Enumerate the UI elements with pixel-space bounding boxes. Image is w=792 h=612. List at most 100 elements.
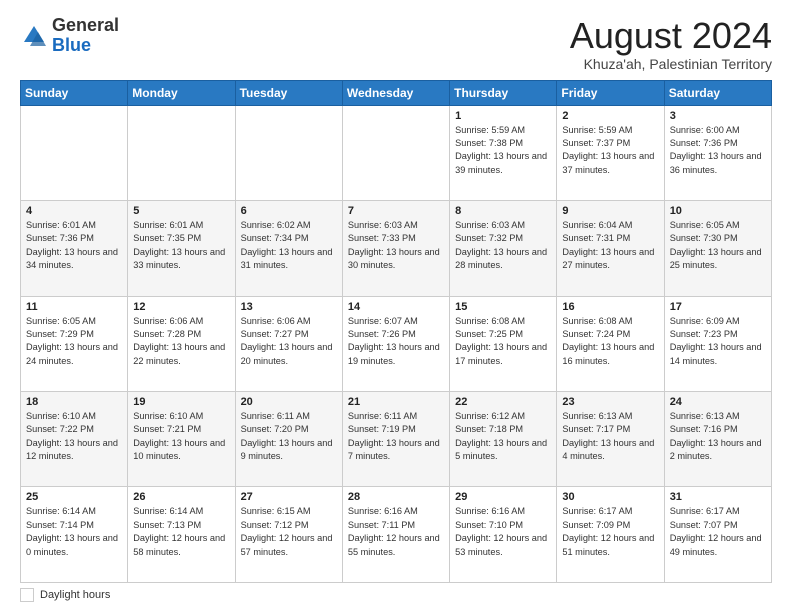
calendar-cell: 31 Sunrise: 6:17 AMSunset: 7:07 PMDayligh… xyxy=(664,487,771,583)
day-number: 2 xyxy=(562,110,658,122)
day-info: Sunrise: 6:10 AMSunset: 7:22 PMDaylight:… xyxy=(26,410,122,463)
header: General Blue August 2024 Khuza'ah, Pales… xyxy=(20,16,772,72)
calendar-header-sunday: Sunday xyxy=(21,80,128,105)
calendar-cell: 20Sunrise: 6:11 AMSunset: 7:20 PMDayligh… xyxy=(235,392,342,487)
day-info: Sunrise: 6:17 AMSunset: 7:07 PMDaylight:… xyxy=(670,505,766,558)
day-info: Sunrise: 6:10 AMSunset: 7:21 PMDaylight:… xyxy=(133,410,229,463)
calendar-cell: 23 Sunrise: 6:13 AMSunset: 7:17 PMDayligh… xyxy=(557,392,664,487)
daylight-box xyxy=(20,588,34,602)
footer: Daylight hours xyxy=(20,588,772,602)
calendar-cell: 21 Sunrise: 6:11 AMSunset: 7:19 PMDayligh… xyxy=(342,392,449,487)
calendar-cell: 2 Sunrise: 5:59 AMSunset: 7:37 PMDaylight… xyxy=(557,105,664,200)
day-number: 20 xyxy=(241,396,337,408)
day-number: 27 xyxy=(241,491,337,503)
day-number: 1 xyxy=(455,110,551,122)
calendar-header-friday: Friday xyxy=(557,80,664,105)
calendar-week-4: 18 Sunrise: 6:10 AMSunset: 7:22 PMDayligh… xyxy=(21,392,772,487)
day-info: Sunrise: 6:15 AMSunset: 7:12 PMDaylight:… xyxy=(241,505,337,558)
day-number: 25 xyxy=(26,491,122,503)
day-info: Sunrise: 6:00 AMSunset: 7:36 PMDaylight:… xyxy=(670,124,766,177)
title-block: August 2024 Khuza'ah, Palestinian Territ… xyxy=(570,16,772,72)
day-info: Sunrise: 6:01 AMSunset: 7:35 PMDaylight:… xyxy=(133,219,229,272)
day-number: 21 xyxy=(348,396,444,408)
calendar-week-3: 11 Sunrise: 6:05 AMSunset: 7:29 PMDayligh… xyxy=(21,296,772,391)
calendar-cell: 15 Sunrise: 6:08 AMSunset: 7:25 PMDayligh… xyxy=(450,296,557,391)
day-number: 5 xyxy=(133,205,229,217)
calendar-header-wednesday: Wednesday xyxy=(342,80,449,105)
calendar-cell: 26Sunrise: 6:14 AMSunset: 7:13 PMDayligh… xyxy=(128,487,235,583)
day-number: 14 xyxy=(348,301,444,313)
day-number: 3 xyxy=(670,110,766,122)
calendar-cell: 13Sunrise: 6:06 AMSunset: 7:27 PMDayligh… xyxy=(235,296,342,391)
day-number: 23 xyxy=(562,396,658,408)
day-number: 22 xyxy=(455,396,551,408)
day-info: Sunrise: 6:14 AMSunset: 7:13 PMDaylight:… xyxy=(133,505,229,558)
calendar-cell: 24 Sunrise: 6:13 AMSunset: 7:16 PMDayligh… xyxy=(664,392,771,487)
logo-blue-text: Blue xyxy=(52,35,91,55)
calendar-cell: 29Sunrise: 6:16 AMSunset: 7:10 PMDayligh… xyxy=(450,487,557,583)
day-info: Sunrise: 6:09 AMSunset: 7:23 PMDaylight:… xyxy=(670,315,766,368)
day-info: Sunrise: 5:59 AMSunset: 7:37 PMDaylight:… xyxy=(562,124,658,177)
calendar-cell: 10 Sunrise: 6:05 AMSunset: 7:30 PMDayligh… xyxy=(664,201,771,296)
logo-general-text: General xyxy=(52,15,119,35)
calendar-cell: 8 Sunrise: 6:03 AMSunset: 7:32 PMDaylight… xyxy=(450,201,557,296)
day-number: 8 xyxy=(455,205,551,217)
day-info: Sunrise: 6:12 AMSunset: 7:18 PMDaylight:… xyxy=(455,410,551,463)
day-number: 18 xyxy=(26,396,122,408)
day-info: Sunrise: 6:03 AMSunset: 7:33 PMDaylight:… xyxy=(348,219,444,272)
calendar-header-thursday: Thursday xyxy=(450,80,557,105)
calendar-header-monday: Monday xyxy=(128,80,235,105)
calendar-cell: 4 Sunrise: 6:01 AMSunset: 7:36 PMDaylight… xyxy=(21,201,128,296)
calendar-week-5: 25 Sunrise: 6:14 AMSunset: 7:14 PMDayligh… xyxy=(21,487,772,583)
day-info: Sunrise: 6:03 AMSunset: 7:32 PMDaylight:… xyxy=(455,219,551,272)
calendar-cell: 12 Sunrise: 6:06 AMSunset: 7:28 PMDayligh… xyxy=(128,296,235,391)
calendar-cell: 19Sunrise: 6:10 AMSunset: 7:21 PMDayligh… xyxy=(128,392,235,487)
calendar-table: SundayMondayTuesdayWednesdayThursdayFrid… xyxy=(20,80,772,583)
calendar-cell: 27 Sunrise: 6:15 AMSunset: 7:12 PMDayligh… xyxy=(235,487,342,583)
day-info: Sunrise: 6:11 AMSunset: 7:19 PMDaylight:… xyxy=(348,410,444,463)
day-number: 4 xyxy=(26,205,122,217)
day-info: Sunrise: 6:07 AMSunset: 7:26 PMDaylight:… xyxy=(348,315,444,368)
calendar-cell: 3 Sunrise: 6:00 AMSunset: 7:36 PMDaylight… xyxy=(664,105,771,200)
day-number: 28 xyxy=(348,491,444,503)
day-info: Sunrise: 6:04 AMSunset: 7:31 PMDaylight:… xyxy=(562,219,658,272)
calendar-header-row: SundayMondayTuesdayWednesdayThursdayFrid… xyxy=(21,80,772,105)
calendar-cell: 5 Sunrise: 6:01 AMSunset: 7:35 PMDaylight… xyxy=(128,201,235,296)
calendar-cell xyxy=(342,105,449,200)
calendar-cell: 18 Sunrise: 6:10 AMSunset: 7:22 PMDayligh… xyxy=(21,392,128,487)
day-number: 12 xyxy=(133,301,229,313)
location-subtitle: Khuza'ah, Palestinian Territory xyxy=(570,56,772,72)
day-info: Sunrise: 6:06 AMSunset: 7:28 PMDaylight:… xyxy=(133,315,229,368)
day-number: 24 xyxy=(670,396,766,408)
calendar-cell: 17 Sunrise: 6:09 AMSunset: 7:23 PMDayligh… xyxy=(664,296,771,391)
day-info: Sunrise: 6:02 AMSunset: 7:34 PMDaylight:… xyxy=(241,219,337,272)
daylight-label: Daylight hours xyxy=(40,589,110,601)
calendar-header-saturday: Saturday xyxy=(664,80,771,105)
day-number: 15 xyxy=(455,301,551,313)
day-info: Sunrise: 6:08 AMSunset: 7:25 PMDaylight:… xyxy=(455,315,551,368)
day-number: 17 xyxy=(670,301,766,313)
day-info: Sunrise: 6:01 AMSunset: 7:36 PMDaylight:… xyxy=(26,219,122,272)
day-number: 30 xyxy=(562,491,658,503)
day-info: Sunrise: 6:06 AMSunset: 7:27 PMDaylight:… xyxy=(241,315,337,368)
calendar-cell: 25 Sunrise: 6:14 AMSunset: 7:14 PMDayligh… xyxy=(21,487,128,583)
day-info: Sunrise: 6:05 AMSunset: 7:30 PMDaylight:… xyxy=(670,219,766,272)
calendar-cell: 22 Sunrise: 6:12 AMSunset: 7:18 PMDayligh… xyxy=(450,392,557,487)
day-number: 10 xyxy=(670,205,766,217)
calendar-cell: 30 Sunrise: 6:17 AMSunset: 7:09 PMDayligh… xyxy=(557,487,664,583)
day-info: Sunrise: 6:17 AMSunset: 7:09 PMDaylight:… xyxy=(562,505,658,558)
day-number: 31 xyxy=(670,491,766,503)
calendar-cell: 14 Sunrise: 6:07 AMSunset: 7:26 PMDayligh… xyxy=(342,296,449,391)
day-number: 11 xyxy=(26,301,122,313)
calendar-cell: 7Sunrise: 6:03 AMSunset: 7:33 PMDaylight… xyxy=(342,201,449,296)
calendar-week-2: 4 Sunrise: 6:01 AMSunset: 7:36 PMDaylight… xyxy=(21,201,772,296)
day-info: Sunrise: 6:13 AMSunset: 7:16 PMDaylight:… xyxy=(670,410,766,463)
calendar-cell: 11 Sunrise: 6:05 AMSunset: 7:29 PMDayligh… xyxy=(21,296,128,391)
calendar-cell xyxy=(235,105,342,200)
day-info: Sunrise: 6:05 AMSunset: 7:29 PMDaylight:… xyxy=(26,315,122,368)
day-number: 16 xyxy=(562,301,658,313)
day-info: Sunrise: 6:14 AMSunset: 7:14 PMDaylight:… xyxy=(26,505,122,558)
calendar-cell: 9Sunrise: 6:04 AMSunset: 7:31 PMDaylight… xyxy=(557,201,664,296)
day-info: Sunrise: 6:13 AMSunset: 7:17 PMDaylight:… xyxy=(562,410,658,463)
page: General Blue August 2024 Khuza'ah, Pales… xyxy=(0,0,792,612)
